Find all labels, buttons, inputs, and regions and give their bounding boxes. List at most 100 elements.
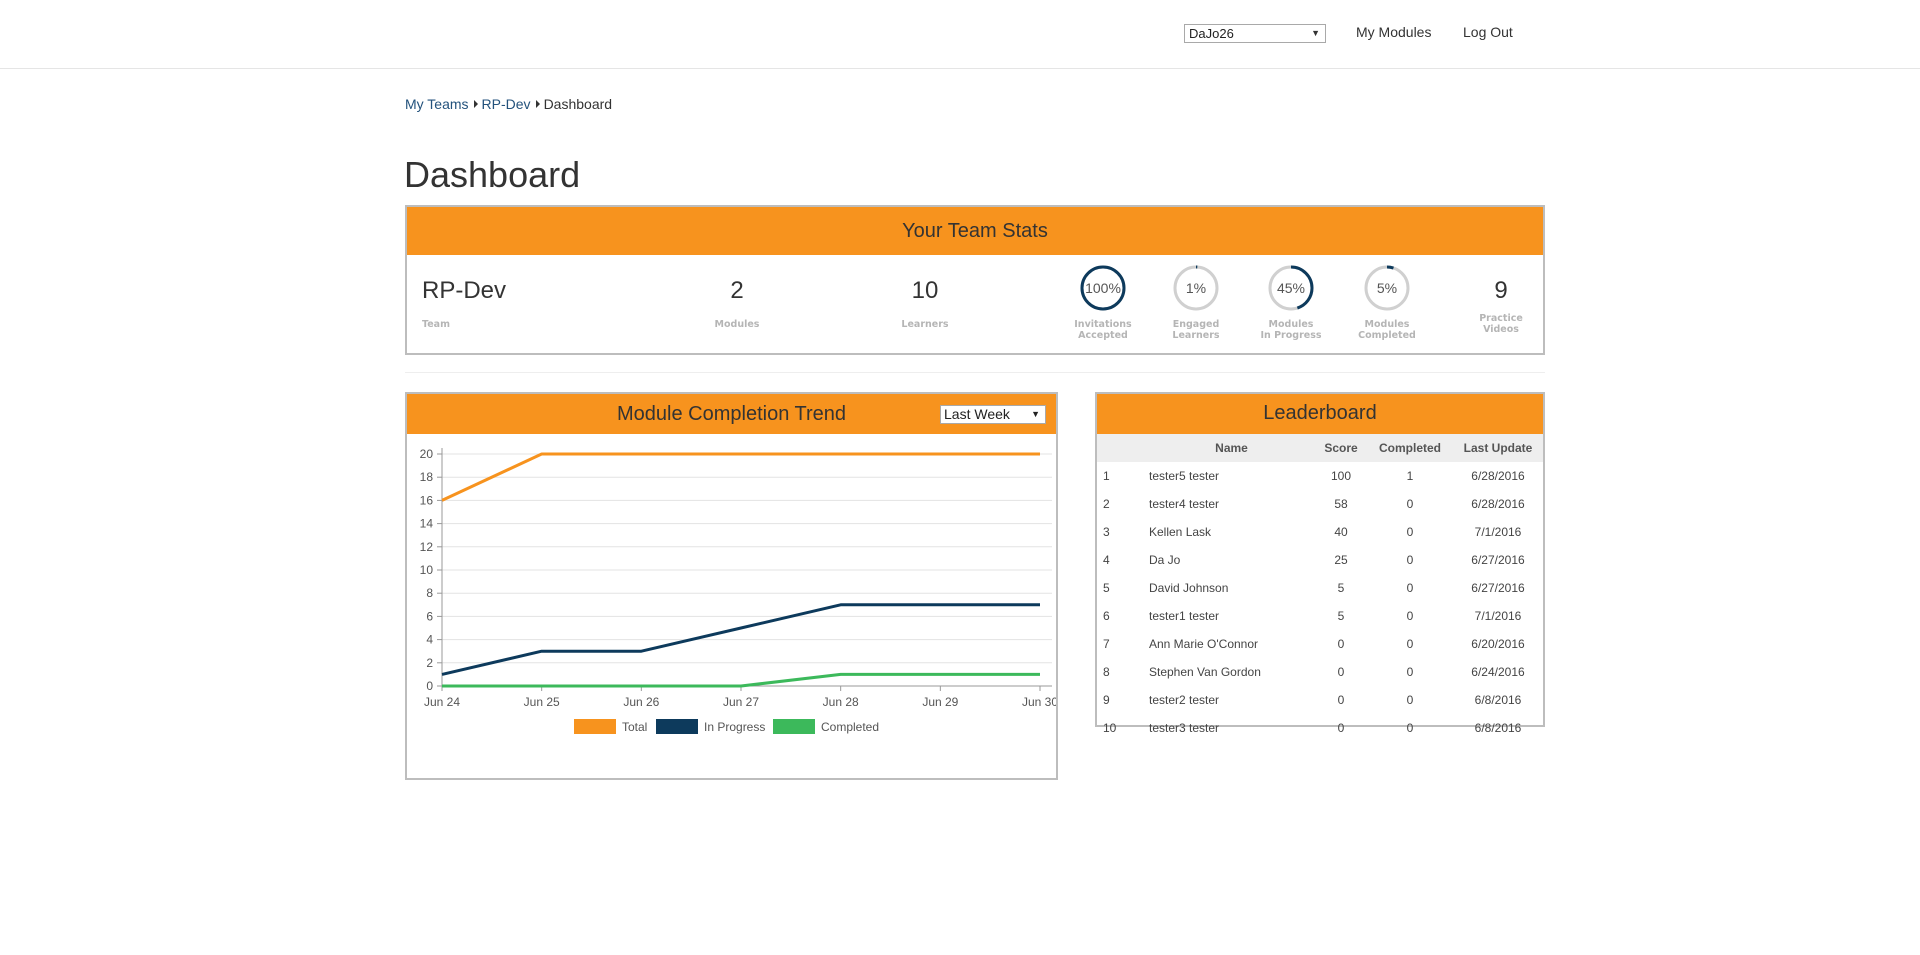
score-cell: 5	[1337, 581, 1345, 595]
date-range-value: Last Week	[944, 406, 1010, 422]
rank-cell: 8	[1103, 665, 1110, 679]
ring-label-line2: Completed	[1358, 330, 1416, 341]
rank-cell: 5	[1103, 581, 1110, 595]
ring-value: 5%	[1376, 280, 1398, 296]
name-cell: Stephen Van Gordon	[1149, 665, 1261, 679]
name-cell: tester1 tester	[1149, 609, 1220, 623]
completed-cell: 0	[1406, 721, 1414, 735]
completed-cell: 1	[1406, 469, 1414, 483]
table-row: 3 Kellen Lask 40 0 7/1/2016	[1097, 518, 1543, 546]
column-header-completed: Completed	[1367, 434, 1453, 462]
rank-cell: 2	[1103, 497, 1110, 511]
name-cell: tester5 tester	[1149, 469, 1220, 483]
y-tick-label: 12	[420, 540, 434, 554]
table-row: 5 David Johnson 5 0 6/27/2016	[1097, 574, 1543, 602]
practice-label-line1: Practice	[1479, 313, 1523, 324]
x-tick-label: Jun 27	[723, 695, 759, 709]
trend-header: Module Completion Trend Last Week ▼	[407, 394, 1056, 434]
table-row: 2 tester4 tester 58 0 6/28/2016	[1097, 490, 1543, 518]
completed-cell: 0	[1406, 637, 1414, 651]
score-cell: 0	[1337, 637, 1345, 651]
score-cell: 0	[1337, 665, 1345, 679]
chevron-down-icon: ▼	[1031, 409, 1040, 419]
name-cell: tester4 tester	[1149, 497, 1220, 511]
top-navbar: DaJo26 ▼ My Modules Log Out	[0, 0, 1920, 69]
name-cell: Ann Marie O'Connor	[1149, 637, 1259, 651]
table-row: 8 Stephen Van Gordon 0 0 6/24/2016	[1097, 658, 1543, 686]
score-cell: 100	[1330, 469, 1352, 483]
user-select-value: DaJo26	[1189, 26, 1234, 41]
score-cell: 40	[1334, 525, 1348, 539]
column-header-name: Name	[1148, 434, 1315, 462]
progress-ring: 5%	[1364, 265, 1410, 311]
ring-value: 100%	[1085, 280, 1121, 296]
last-update-cell: 6/28/2016	[1471, 497, 1525, 511]
nav-log-out[interactable]: Log Out	[1463, 24, 1513, 40]
ring-value: 45%	[1276, 280, 1306, 296]
leaderboard-table: Name Score Completed Last Update 1 tester…	[1097, 434, 1543, 742]
trend-line-chart: 0 2 4 6 8 10 12 14 16 18 20 Jun 24 Jun 25 Jun 26 Jun 2…	[420, 447, 1056, 734]
last-update-cell: 7/1/2016	[1474, 525, 1522, 539]
nav-my-modules[interactable]: My Modules	[1356, 24, 1431, 40]
date-range-select[interactable]: Last Week ▼	[940, 405, 1046, 424]
completion-trend-panel: Module Completion Trend Last Week ▼ 0 2 4 6…	[405, 392, 1058, 780]
last-update-cell: 7/1/2016	[1474, 609, 1522, 623]
y-tick-label: 20	[420, 447, 434, 461]
user-select[interactable]: DaJo26 ▼	[1184, 24, 1326, 43]
rank-cell: 6	[1103, 609, 1110, 623]
ring-label-line1: Modules	[1268, 319, 1314, 330]
score-cell: 25	[1334, 553, 1348, 567]
table-row: 1 tester5 tester 100 1 6/28/2016	[1097, 462, 1543, 490]
stat-engaged-learners: 1% Engaged Learners	[1156, 265, 1236, 341]
legend-swatch	[773, 719, 815, 734]
ring-label-line1: Invitations	[1074, 319, 1132, 330]
score-cell: 0	[1337, 693, 1345, 707]
practice-videos-count: 9	[1494, 277, 1508, 304]
learners-count: 10	[911, 277, 939, 304]
completed-cell: 0	[1406, 497, 1414, 511]
modules-label: Modules	[714, 319, 760, 330]
ring-label-line2: Accepted	[1078, 330, 1128, 341]
legend-label: Completed	[821, 720, 879, 734]
table-row: 9 tester2 tester 0 0 6/8/2016	[1097, 686, 1543, 714]
ring-label-line2: In Progress	[1260, 330, 1322, 341]
ring-label-line1: Engaged	[1172, 319, 1220, 330]
x-tick-label: Jun 26	[623, 695, 659, 709]
name-cell: tester2 tester	[1149, 693, 1220, 707]
y-tick-label: 4	[426, 633, 433, 647]
legend-swatch	[574, 719, 616, 734]
team-label: Team	[422, 319, 450, 330]
breadcrumb-my-teams[interactable]: My Teams	[405, 96, 469, 112]
leaderboard-panel: Leaderboard Name Score Completed Last Up…	[1095, 392, 1545, 735]
x-tick-label: Jun 29	[922, 695, 958, 709]
caret-right-icon	[535, 100, 540, 108]
x-tick-label: Jun 28	[823, 695, 859, 709]
rank-cell: 9	[1103, 693, 1110, 707]
stat-practice-videos: 9 Practice Videos	[1461, 277, 1541, 335]
stat-invitations-accepted: 100% Invitations Accepted	[1063, 265, 1143, 341]
learners-label: Learners	[901, 319, 949, 330]
last-update-cell: 6/20/2016	[1471, 637, 1525, 651]
completed-cell: 0	[1406, 581, 1414, 595]
y-tick-label: 8	[426, 586, 433, 600]
progress-ring: 100%	[1080, 265, 1126, 311]
column-header-last-update: Last Update	[1453, 434, 1543, 462]
y-tick-label: 14	[420, 517, 434, 531]
progress-ring: 1%	[1173, 265, 1219, 311]
completed-cell: 0	[1406, 665, 1414, 679]
team-stats-panel: Your Team Stats RP-Dev Team 2 Modules 10…	[405, 205, 1545, 355]
legend-swatch	[656, 719, 698, 734]
score-cell: 5	[1337, 609, 1345, 623]
stat-modules: 2 Modules	[697, 277, 777, 330]
table-row: 10 tester3 tester 0 0 6/8/2016	[1097, 714, 1543, 742]
y-tick-label: 16	[420, 493, 434, 507]
score-cell: 58	[1334, 497, 1348, 511]
breadcrumb-team[interactable]: RP-Dev	[482, 96, 531, 112]
rank-cell: 7	[1103, 637, 1110, 651]
table-row: 4 Da Jo 25 0 6/27/2016	[1097, 546, 1543, 574]
last-update-cell: 6/27/2016	[1471, 581, 1525, 595]
last-update-cell: 6/27/2016	[1471, 553, 1525, 567]
y-tick-label: 10	[420, 563, 434, 577]
score-cell: 0	[1337, 721, 1345, 735]
rank-cell: 3	[1103, 525, 1110, 539]
